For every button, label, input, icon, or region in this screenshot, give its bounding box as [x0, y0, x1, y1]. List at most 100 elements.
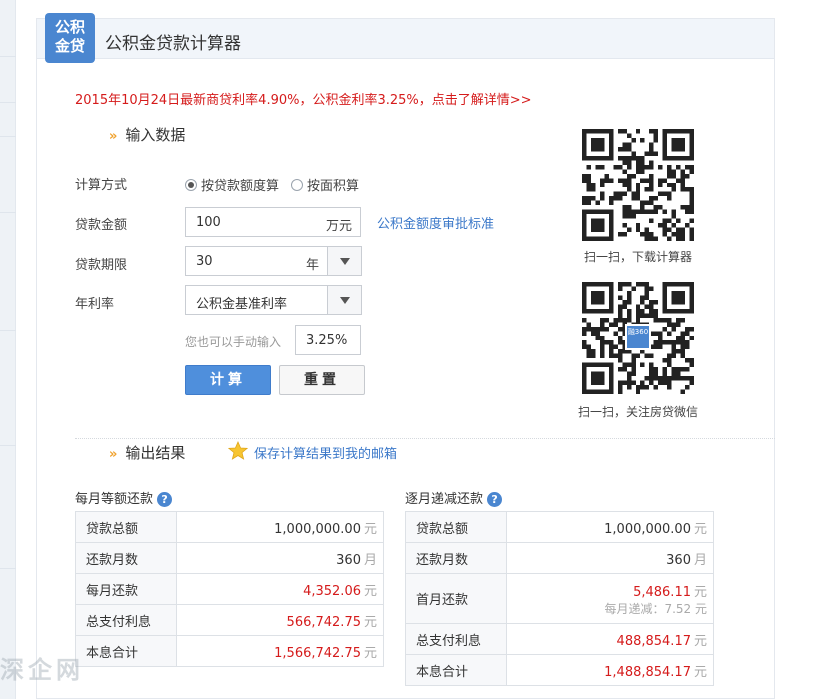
input-section-label: 输入数据 [125, 126, 186, 144]
star-icon [228, 441, 248, 460]
term-select[interactable]: 30 年 [185, 246, 362, 276]
table-row: 贷款总额 1,000,000.00 元 [75, 511, 384, 543]
row-value: 1,566,742.75 [274, 645, 361, 661]
watermark: 深企网 [0, 656, 84, 684]
chevron-down-icon[interactable] [327, 247, 361, 275]
manual-rate-hint: 您也可以手动输入 [185, 335, 282, 349]
output-section-label: 输出结果 [125, 444, 186, 462]
table-row: 每月还款 4,352.06 元 [75, 573, 384, 605]
row-key: 贷款总额 [75, 511, 177, 543]
method-option-area-label: 按面积算 [307, 179, 360, 194]
row-value: 1,488,854.17 [604, 664, 691, 680]
row-value: 360 [336, 552, 361, 568]
row-unit: 元 [693, 633, 707, 649]
term-label: 贷款期限 [75, 258, 128, 273]
double-arrow-icon: » [109, 447, 118, 462]
decreasing-payment-title: 逐月递减还款? [405, 488, 503, 507]
sidebar-divider [0, 136, 16, 137]
calculate-button[interactable]: 计算 [185, 365, 271, 395]
decreasing-payment-title-text: 逐月递减还款 [405, 492, 484, 507]
sidebar-divider [0, 330, 16, 331]
row-value: 1,000,000.00 [604, 521, 691, 537]
amount-label: 贷款金额 [75, 218, 128, 233]
row-key: 还款月数 [75, 542, 177, 574]
badge-line-1: 公积 [54, 18, 85, 36]
row-value-cell: 566,742.75 元 [176, 604, 384, 636]
section-divider [75, 438, 775, 439]
method-option-area[interactable]: 按面积算 [291, 175, 359, 194]
row-value-cell: 360 月 [176, 542, 384, 574]
row-unit: 月 [693, 552, 707, 568]
double-arrow-icon: » [109, 129, 118, 144]
row-key: 贷款总额 [405, 511, 507, 543]
calculator-panel: 公积 金贷 公积金贷款计算器 2015年10月24日最新商贷利率4.90%，公积… [36, 13, 775, 699]
row-value-cell: 1,566,742.75 元 [176, 635, 384, 667]
qr-caption-download: 扫一扫，下载计算器 [583, 250, 692, 264]
row-unit: 元 [363, 521, 377, 537]
amount-unit: 万元 [325, 219, 352, 234]
equal-payment-table: 贷款总额 1,000,000.00 元还款月数 360 月每月还款 4,352.06 元总支… [75, 511, 384, 667]
row-key: 总支付利息 [75, 604, 177, 636]
quota-standard-link[interactable]: 公积金额度审批标准 [377, 213, 494, 232]
row-value-cell: 360 月 [506, 542, 714, 574]
term-unit: 年 [305, 258, 319, 273]
amount-value: 100 [196, 215, 221, 230]
rate-label: 年利率 [75, 297, 115, 312]
manual-rate-input[interactable]: 3.25% [295, 325, 361, 355]
row-key: 还款月数 [405, 542, 507, 574]
qr-center-logo-text: 融360 [627, 328, 649, 336]
left-sidebar-strip [0, 0, 16, 699]
method-option-amount[interactable]: 按贷款额度算 [185, 175, 279, 194]
row-value-cell: 5,486.11 元每月递减：7.52 元 [506, 573, 714, 624]
page-title: 公积金贷款计算器 [105, 34, 241, 54]
row-value-cell: 1,488,854.17 元 [506, 654, 714, 686]
table-row: 总支付利息 488,854.17 元 [405, 623, 714, 655]
monthly-decrease-note: 每月递减：7.52 元 [604, 601, 707, 616]
qr-code-download [582, 129, 694, 241]
sidebar-divider [0, 568, 16, 569]
input-section-title: » 输入数据 [109, 124, 185, 145]
term-value: 30 [196, 254, 213, 269]
radio-selected-icon[interactable] [185, 178, 197, 191]
manual-rate-value: 3.25% [306, 333, 348, 348]
row-value: 4,352.06 [303, 583, 361, 599]
row-value-cell: 1,000,000.00 元 [176, 511, 384, 543]
row-value-cell: 4,352.06 元 [176, 573, 384, 605]
row-key: 本息合计 [405, 654, 507, 686]
save-results-email-link[interactable]: 保存计算结果到我的邮箱 [254, 443, 397, 462]
table-row: 还款月数 360 月 [405, 542, 714, 574]
method-radio-group: 按贷款额度算 按面积算 [185, 175, 371, 194]
reset-button[interactable]: 重置 [279, 365, 365, 395]
row-unit: 元 [693, 664, 707, 680]
gjj-logo-badge: 公积 金贷 [45, 13, 95, 63]
row-unit: 元 [363, 614, 377, 630]
row-key: 每月还款 [75, 573, 177, 605]
sidebar-divider [0, 102, 16, 103]
equal-payment-title: 每月等额还款? [75, 488, 173, 507]
method-option-amount-label: 按贷款额度算 [201, 179, 280, 194]
amount-input[interactable]: 100 万元 [185, 207, 361, 237]
row-value: 566,742.75 [286, 614, 361, 630]
help-icon[interactable]: ? [157, 492, 173, 507]
equal-payment-title-text: 每月等额还款 [75, 492, 154, 507]
table-row: 本息合计 1,488,854.17 元 [405, 654, 714, 686]
panel-header: 公积 金贷 公积金贷款计算器 [37, 13, 774, 63]
decreasing-payment-table: 贷款总额 1,000,000.00 元还款月数 360 月首月还款 5,486.11 元每月… [405, 511, 714, 686]
table-row: 首月还款 5,486.11 元每月递减：7.52 元 [405, 573, 714, 624]
row-key: 总支付利息 [405, 623, 507, 655]
help-icon[interactable]: ? [487, 492, 503, 507]
row-value-cell: 488,854.17 元 [506, 623, 714, 655]
row-unit: 元 [693, 521, 707, 537]
row-value: 488,854.17 [616, 633, 691, 649]
table-row: 还款月数 360 月 [75, 542, 384, 574]
row-value: 360 [666, 552, 691, 568]
radio-unselected-icon[interactable] [291, 178, 304, 191]
rate-notice-link[interactable]: 2015年10月24日最新商贷利率4.90%，公积金利率3.25%，点击了解详情… [75, 89, 532, 108]
sidebar-divider [0, 56, 16, 57]
row-key: 首月还款 [405, 573, 507, 624]
rate-select[interactable]: 公积金基准利率 [185, 285, 362, 315]
method-label: 计算方式 [75, 178, 128, 193]
output-section-title: » 输出结果 [109, 442, 185, 463]
sidebar-divider [0, 212, 16, 213]
chevron-down-icon[interactable] [327, 286, 361, 314]
